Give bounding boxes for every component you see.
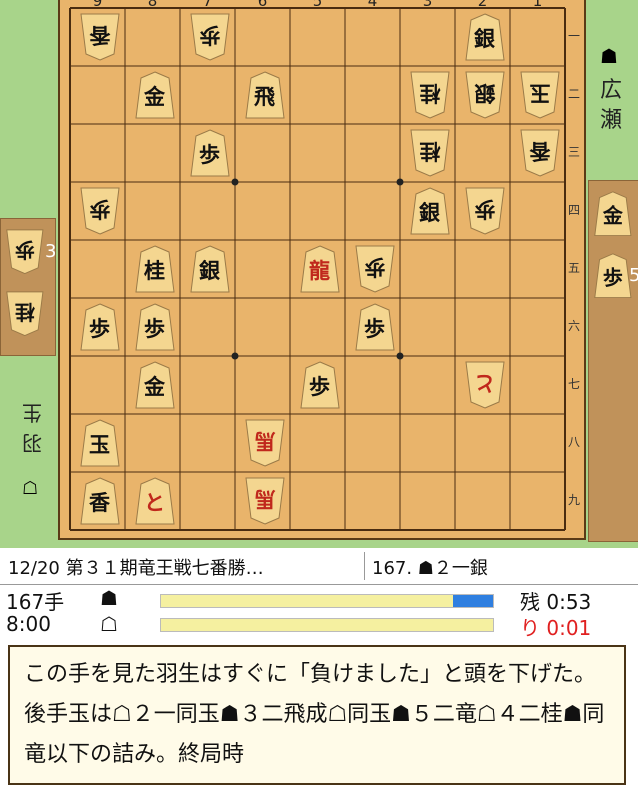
sente-mark-icon: ☗ <box>600 44 618 68</box>
sente-piece[interactable]: 歩 <box>77 301 123 353</box>
game-area: 歩3桂 金歩5 987654321 一二三四五六七八九 香歩銀金飛桂銀玉歩桂香歩… <box>0 0 638 548</box>
row-label: 六 <box>568 319 581 333</box>
row-label: 九 <box>568 493 581 507</box>
sente-piece[interactable]: 桂 <box>132 243 178 295</box>
column-label: 3 <box>422 0 433 10</box>
column-label: 4 <box>367 0 378 10</box>
sente-piece[interactable]: 香 <box>77 475 123 527</box>
sente-piece[interactable]: 歩 <box>352 301 398 353</box>
move-count: 167手 <box>6 590 65 614</box>
gote-piece[interactable]: 桂 <box>3 289 47 338</box>
gote-piece[interactable]: 桂 <box>407 127 453 179</box>
gote-mark-icon: ☖ <box>22 478 39 499</box>
column-label: 2 <box>477 0 488 10</box>
row-label: 五 <box>568 261 581 275</box>
column-label: 6 <box>257 0 268 10</box>
row-label: 四 <box>568 203 581 217</box>
sente-piece[interactable]: 歩 <box>132 301 178 353</box>
comment-box[interactable]: この手を見た羽生はすぐに「負けました」と頭を下げた。後手玉は☖２一同玉☗３二飛成… <box>8 645 626 785</box>
row-label: 三 <box>568 145 581 159</box>
sente-piece[interactable]: 龍 <box>297 243 343 295</box>
sente-time-bar <box>160 594 494 608</box>
gote-piece[interactable]: 香 <box>517 127 563 179</box>
gote-piece[interactable]: 馬 <box>242 417 288 469</box>
gote-piece[interactable]: 歩 <box>77 185 123 237</box>
sente-piece[interactable]: 銀 <box>462 11 508 63</box>
column-label: 9 <box>92 0 103 10</box>
byoyomi-time: り 0:01 <box>520 616 592 640</box>
game-title[interactable]: 12/20 第３１期竜王戦七番勝… <box>8 554 264 580</box>
column-label: 7 <box>202 0 213 10</box>
star-point <box>231 178 239 186</box>
column-label: 8 <box>147 0 158 10</box>
game-info-bar: 12/20 第３１期竜王戦七番勝… 167. ☗２一銀 <box>0 548 638 585</box>
sente-piece[interactable]: 金 <box>591 189 635 238</box>
sente-piece[interactable]: 金 <box>132 359 178 411</box>
remaining-time: 残 0:53 <box>520 590 592 614</box>
row-label: 一 <box>568 29 581 43</box>
sente-piece[interactable]: 歩 <box>187 127 233 179</box>
star-point <box>396 352 404 360</box>
clock-status: 167手 ☗ 残 0:53 8:00 ☖ り 0:01 <box>0 584 638 640</box>
sente-piece[interactable]: 金 <box>132 69 178 121</box>
hand-count: 5 <box>629 265 638 286</box>
shogi-board[interactable]: 987654321 一二三四五六七八九 香歩銀金飛桂銀玉歩桂香歩銀歩桂銀龍歩歩歩… <box>58 0 586 540</box>
info-divider <box>364 552 365 580</box>
gote-clock-icon: ☖ <box>100 612 118 636</box>
gote-piece[interactable]: 歩 <box>187 11 233 63</box>
column-label: 5 <box>312 0 323 10</box>
gote-piece[interactable]: 香 <box>77 11 123 63</box>
star-point <box>231 352 239 360</box>
gote-piece[interactable]: 桂 <box>407 69 453 121</box>
gote-piece[interactable]: 歩 <box>352 243 398 295</box>
gote-piece[interactable]: 玉 <box>517 69 563 121</box>
gote-time-bar <box>160 618 494 632</box>
column-label: 1 <box>532 0 543 10</box>
sente-player-name: 広瀬 <box>600 78 623 133</box>
gote-piece[interactable]: 歩 <box>462 185 508 237</box>
time-total: 8:00 <box>6 612 51 636</box>
hand-count: 3 <box>45 241 57 262</box>
sente-clock-icon: ☗ <box>100 586 118 610</box>
gote-player-name: 羽生 <box>22 401 42 455</box>
gote-piece-stand: 歩3 桂 <box>0 218 56 356</box>
sente-piece[interactable]: 銀 <box>187 243 233 295</box>
current-move[interactable]: 167. ☗２一銀 <box>372 554 488 580</box>
gote-time-bar-fill <box>161 619 493 631</box>
sente-piece[interactable]: 歩 <box>297 359 343 411</box>
sente-piece-stand: 金歩5 <box>588 180 638 542</box>
row-label: 八 <box>568 435 581 449</box>
star-point <box>396 178 404 186</box>
gote-piece[interactable]: と <box>462 359 508 411</box>
gote-piece[interactable]: 馬 <box>242 475 288 527</box>
row-label: 七 <box>568 377 581 391</box>
gote-piece[interactable]: 歩 <box>3 227 47 276</box>
row-label: 二 <box>568 87 581 101</box>
gote-piece[interactable]: 銀 <box>462 69 508 121</box>
sente-piece[interactable]: 銀 <box>407 185 453 237</box>
sente-piece[interactable]: と <box>132 475 178 527</box>
sente-time-bar-used <box>453 595 493 607</box>
sente-piece[interactable]: 飛 <box>242 69 288 121</box>
sente-piece[interactable]: 玉 <box>77 417 123 469</box>
sente-time-bar-fill <box>161 595 454 607</box>
comment-text: この手を見た羽生はすぐに「負けました」と頭を下げた。後手玉は☖２一同玉☗３二飛成… <box>24 662 605 767</box>
